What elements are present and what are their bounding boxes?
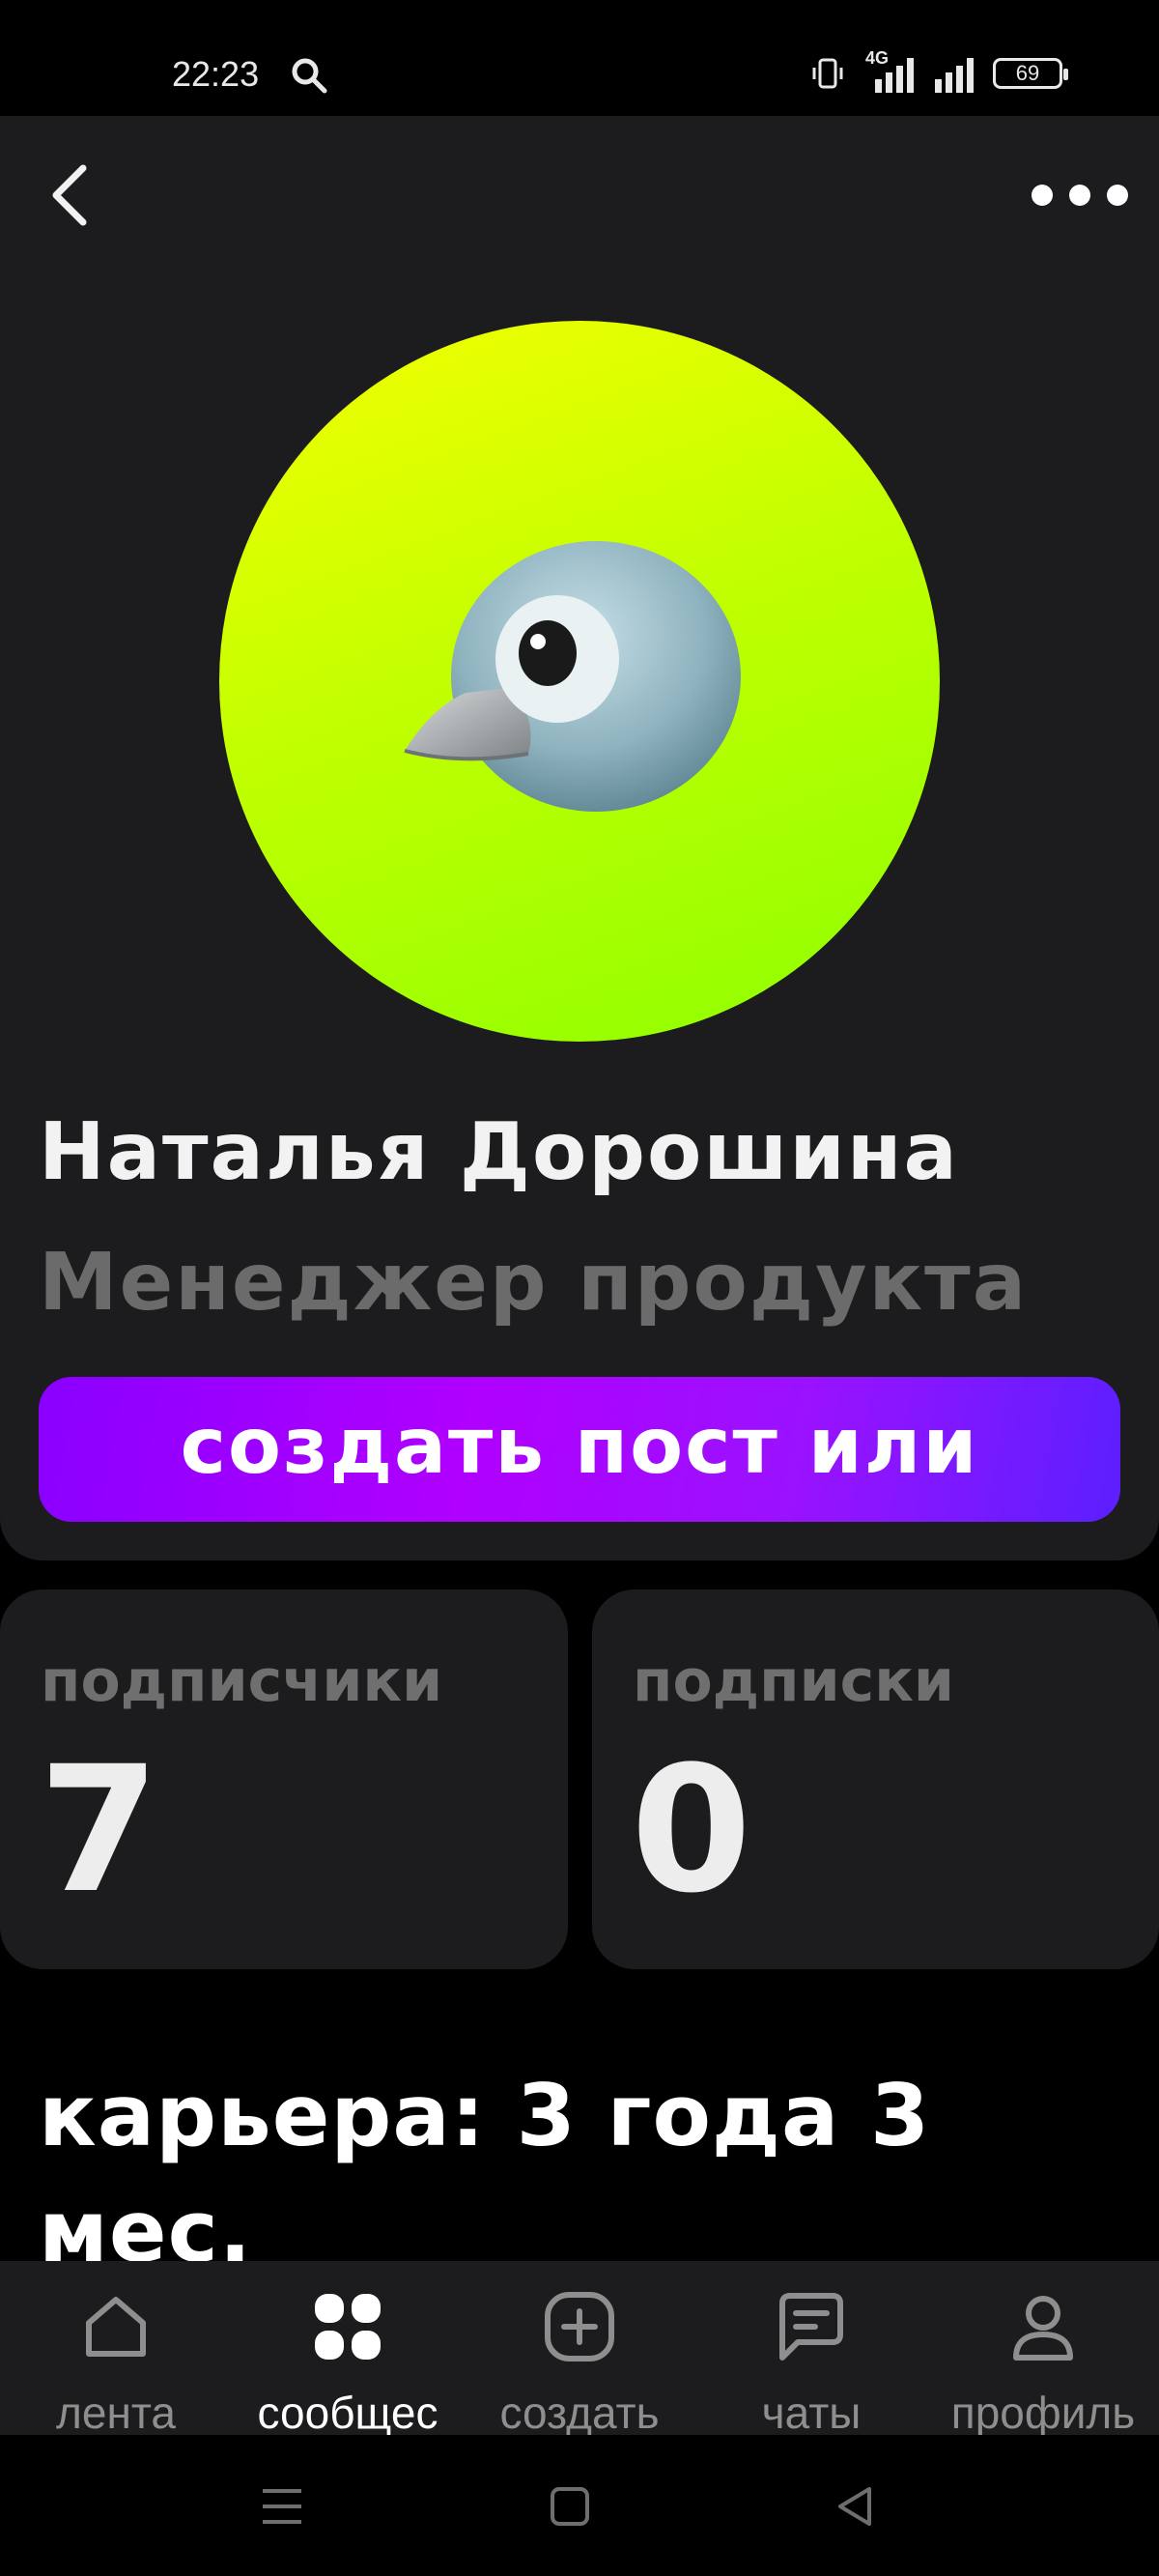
tab-label-communities: сообщес <box>257 2388 438 2438</box>
tab-feed[interactable]: лента <box>0 2261 232 2438</box>
chat-icon <box>779 2293 843 2361</box>
followers-card[interactable]: подписчики 7 <box>0 1589 568 1969</box>
tab-communities[interactable]: сообщес <box>232 2261 464 2438</box>
profile-position: Менеджер продукта <box>39 1237 1029 1329</box>
following-card[interactable]: подписки 0 <box>592 1589 1159 1969</box>
plus-icon <box>545 2292 614 2361</box>
back-nav-icon[interactable] <box>827 2477 885 2535</box>
menu-icon[interactable] <box>253 2477 311 2535</box>
system-nav-bar <box>0 2435 1159 2576</box>
tab-profile[interactable]: профиль <box>927 2261 1159 2438</box>
search-icon <box>292 58 327 94</box>
back-icon[interactable] <box>39 155 106 237</box>
status-time: 22:23 <box>172 54 260 94</box>
followers-count: 7 <box>39 1730 160 1932</box>
tab-label-feed: лента <box>56 2388 176 2438</box>
more-options-icon[interactable] <box>1032 176 1128 215</box>
tab-label-chats: чаты <box>761 2388 862 2438</box>
signal-icon <box>935 58 974 93</box>
profile-icon <box>1013 2296 1073 2361</box>
avatar <box>219 321 940 1042</box>
followers-label: подписчики <box>41 1647 443 1715</box>
status-indicators: 4G 69 <box>811 48 1068 93</box>
create-post-label: создать пост или вопрос <box>180 1401 979 1522</box>
bird-icon <box>404 541 741 812</box>
tab-chats[interactable]: чаты <box>695 2261 927 2438</box>
following-count: 0 <box>631 1730 752 1932</box>
tab-label-profile: профиль <box>950 2388 1136 2438</box>
tab-label-create: создать <box>499 2388 660 2438</box>
profile-name: Наталья Дорошина <box>39 1106 959 1198</box>
following-label: подписки <box>633 1647 954 1715</box>
battery-icon: 69 <box>993 58 1068 89</box>
create-post-button[interactable]: создать пост или вопрос <box>39 1377 1120 1522</box>
profile-card: Наталья Дорошина Менеджер продукта созда… <box>0 116 1159 1560</box>
career-duration: карьера: 3 года 3 мес. <box>39 2066 931 2281</box>
home-nav-icon[interactable] <box>541 2477 599 2535</box>
signal-4g-icon: 4G <box>858 48 918 93</box>
bottom-tab-bar: лента сообщес создать чаты профиль <box>0 2261 1159 2438</box>
tab-create[interactable]: создать <box>464 2261 695 2438</box>
community-icon <box>315 2294 381 2360</box>
vibrate-icon <box>812 58 843 89</box>
battery-level: 69 <box>1015 61 1040 85</box>
status-bar: 22:23 4G 69 <box>0 0 1159 116</box>
home-icon <box>86 2297 146 2357</box>
